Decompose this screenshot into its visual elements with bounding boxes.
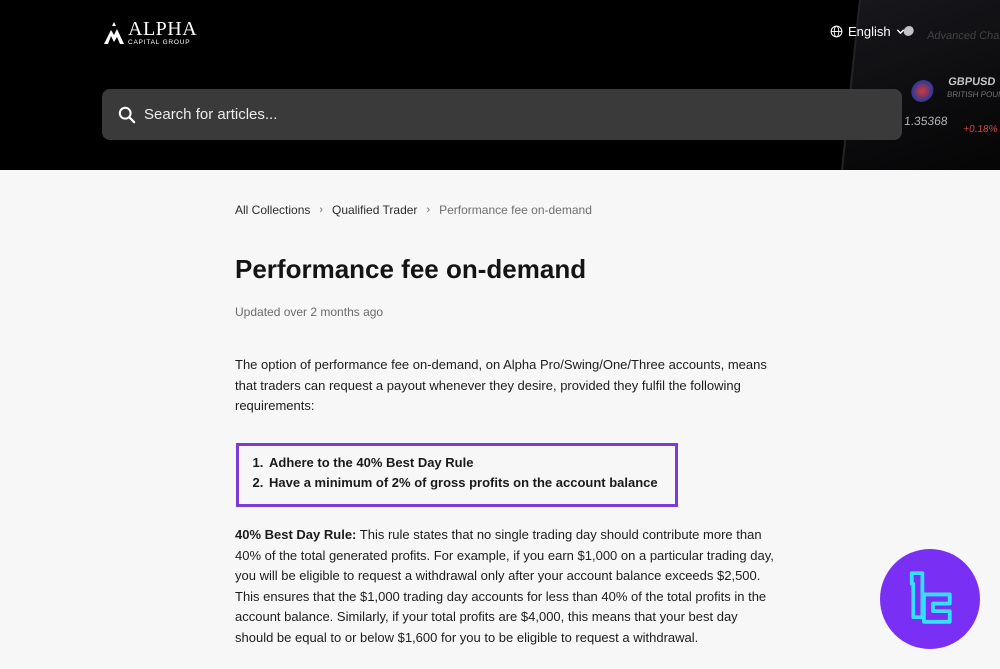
requirement-item: Adhere to the 40% Best Day Rule xyxy=(267,453,675,473)
requirements-highlight-box: Adhere to the 40% Best Day Rule Have a m… xyxy=(236,443,678,507)
uk-flag-icon xyxy=(910,80,935,102)
search-input[interactable]: Search for articles... xyxy=(144,106,277,123)
language-label: English xyxy=(848,24,891,39)
language-selector[interactable]: English xyxy=(830,24,905,39)
deco-text: BRITISH POUND xyxy=(946,90,1000,99)
deco-text: 1.35368 xyxy=(903,114,949,128)
article-updated: Updated over 2 months ago xyxy=(235,305,384,319)
deco-text: +0.18% xyxy=(962,124,999,135)
breadcrumb: All Collections › Qualified Trader › Per… xyxy=(235,203,592,217)
breadcrumb-current: Performance fee on-demand xyxy=(439,203,592,217)
chevron-right-icon: › xyxy=(319,204,324,216)
rule-heading: 40% Best Day Rule: xyxy=(235,527,357,542)
tradingfinder-badge-icon xyxy=(909,571,952,624)
search-bar[interactable]: Search for articles... xyxy=(102,89,902,140)
logo-text: ALPHA CAPITAL GROUP xyxy=(128,19,197,47)
requirement-item: Have a minimum of 2% of gross profits on… xyxy=(267,473,675,493)
alpha-logo-icon xyxy=(104,22,124,44)
deco-text: Advanced Chart xyxy=(926,30,1000,42)
search-icon xyxy=(118,106,136,123)
article-title: Performance fee on-demand xyxy=(235,254,587,284)
breadcrumb-qualified-trader[interactable]: Qualified Trader xyxy=(332,203,417,217)
alpha-logo[interactable]: ALPHA CAPITAL GROUP xyxy=(103,19,197,47)
deco-text: GBPUSD xyxy=(947,76,997,88)
rule-body: This rule states that no single trading … xyxy=(235,527,774,645)
breadcrumb-all-collections[interactable]: All Collections xyxy=(235,203,310,217)
logo-tagline: CAPITAL GROUP xyxy=(128,39,191,47)
tradingfinder-badge xyxy=(880,549,980,649)
chevron-down-icon xyxy=(896,29,904,35)
chevron-right-icon: › xyxy=(426,204,431,216)
article-intro: The option of performance fee on-demand,… xyxy=(235,357,767,413)
requirements-list: Adhere to the 40% Best Day Rule Have a m… xyxy=(249,453,675,493)
best-day-rule-paragraph: 40% Best Day Rule: This rule states that… xyxy=(235,525,775,648)
globe-icon xyxy=(830,25,843,38)
site-header: Advanced Chart GBPUSD BRITISH POUND 1.35… xyxy=(0,0,1000,170)
logo-name: ALPHA xyxy=(128,18,198,41)
deco-dot xyxy=(903,26,915,36)
